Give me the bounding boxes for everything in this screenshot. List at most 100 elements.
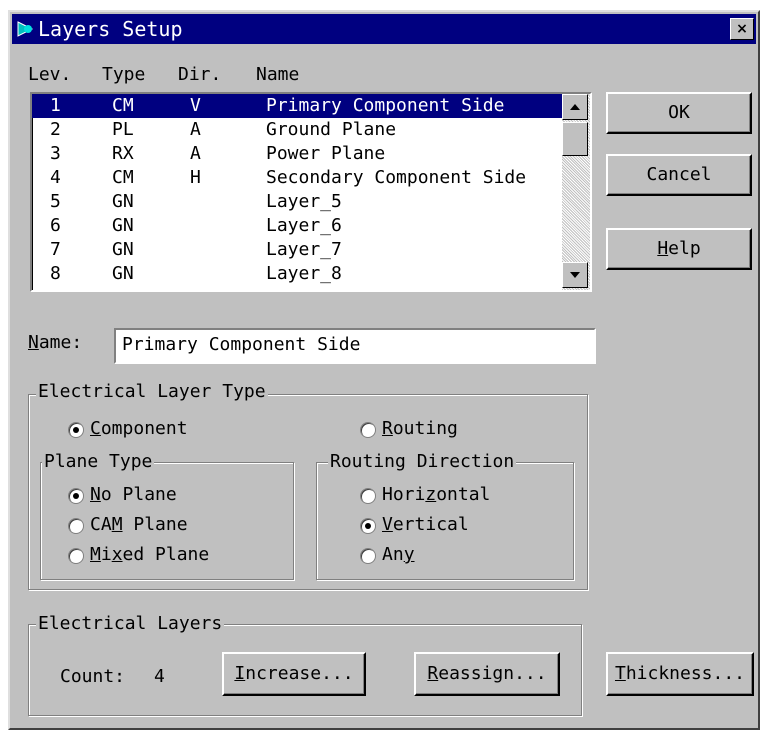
vertical-hotkey: V: [382, 514, 393, 535]
cell-name: Power Plane: [266, 143, 386, 164]
name-hotkey: N: [28, 332, 39, 353]
reassign-label: eassign...: [438, 663, 547, 684]
plane-type-title: Plane Type: [42, 451, 155, 472]
help-label: elp: [668, 238, 701, 259]
horizontal-radio[interactable]: [360, 488, 376, 504]
list-item[interactable]: 7 GN Layer_7: [32, 238, 562, 262]
cell-name: Secondary Component Side: [266, 167, 527, 188]
down-arrow-icon: [570, 272, 580, 278]
cam-plane-text: Plane: [122, 514, 188, 535]
component-label[interactable]: Component: [90, 418, 188, 439]
vertical-radio[interactable]: [360, 518, 376, 534]
mixed-plane-mid: i: [100, 544, 112, 565]
reassign-button[interactable]: Reassign...: [414, 652, 560, 696]
cell-dir: V: [190, 95, 201, 116]
cell-name: Layer_5: [266, 191, 342, 212]
routing-hotkey: R: [382, 418, 393, 439]
cell-name: Primary Component Side: [266, 95, 505, 116]
list-item[interactable]: 8 GN Layer_8: [32, 262, 562, 286]
name-input[interactable]: Primary Component Side: [114, 328, 596, 364]
ok-label: OK: [668, 102, 690, 123]
no-plane-label[interactable]: No Plane: [90, 484, 177, 505]
cancel-label: Cancel: [646, 164, 712, 185]
header-lev: Lev.: [28, 64, 72, 85]
scroll-up-button[interactable]: [562, 94, 588, 120]
window-title: Layers Setup: [38, 17, 183, 41]
list-item[interactable]: 6 GN Layer_6: [32, 214, 562, 238]
any-label[interactable]: Any: [382, 544, 415, 565]
up-arrow-icon: [570, 104, 580, 110]
thickness-hotkey: T: [614, 663, 626, 684]
horizontal-text: ontal: [436, 484, 491, 505]
list-item[interactable]: 3 RX A Power Plane: [32, 142, 562, 166]
cell-name: Layer_6: [266, 215, 342, 236]
mixed-plane-label[interactable]: Mixed Plane: [90, 544, 209, 565]
header-type: Type: [102, 64, 146, 85]
no-plane-text: o Plane: [100, 484, 177, 505]
thickness-button[interactable]: Thickness...: [606, 652, 754, 696]
header-name: Name: [256, 64, 300, 85]
list-item[interactable]: 5 GN Layer_5: [32, 190, 562, 214]
any-hotkey: y: [403, 544, 415, 565]
increase-button[interactable]: Increase...: [222, 652, 366, 696]
cell-lev: 8: [50, 263, 61, 284]
cell-lev: 1: [50, 95, 61, 116]
mixed-plane-hotkey: M: [90, 544, 101, 565]
cancel-button[interactable]: Cancel: [606, 154, 752, 196]
close-button[interactable]: ×: [730, 18, 754, 40]
cell-type: RX: [112, 143, 134, 164]
title-bar: Layers Setup ×: [12, 14, 756, 44]
cell-type: PL: [112, 119, 134, 140]
list-scrollbar[interactable]: [562, 94, 590, 290]
scroll-thumb[interactable]: [562, 122, 588, 156]
cell-lev: 4: [50, 167, 61, 188]
cell-type: CM: [112, 95, 134, 116]
header-dir: Dir.: [178, 64, 222, 85]
routing-radio[interactable]: [360, 422, 376, 438]
list-item[interactable]: 4 CM H Secondary Component Side: [32, 166, 562, 190]
cell-type: GN: [112, 215, 134, 236]
cam-plane-label[interactable]: CAM Plane: [90, 514, 188, 535]
cell-type: CM: [112, 167, 134, 188]
mixed-plane-radio[interactable]: [68, 548, 84, 564]
any-radio[interactable]: [360, 548, 376, 564]
routing-text: outing: [392, 418, 458, 439]
horizontal-label[interactable]: Horizontal: [382, 484, 490, 505]
increase-label: ncrease...: [245, 663, 354, 684]
cell-lev: 7: [50, 239, 61, 260]
name-label: Name:: [28, 332, 82, 353]
count-value: 4: [154, 666, 165, 687]
routing-label[interactable]: Routing: [382, 418, 458, 439]
no-plane-hotkey: N: [90, 484, 101, 505]
any-pre: An: [382, 544, 404, 565]
cell-lev: 6: [50, 215, 61, 236]
horizontal-pre: Hori: [382, 484, 426, 505]
cell-lev: 2: [50, 119, 61, 140]
list-item[interactable]: 1 CM V Primary Component Side: [32, 94, 562, 118]
name-input-value: Primary Component Side: [122, 334, 361, 355]
vertical-text: ertical: [392, 514, 469, 535]
list-item[interactable]: 2 PL A Ground Plane: [32, 118, 562, 142]
help-button[interactable]: Help: [606, 228, 752, 270]
component-radio[interactable]: [68, 422, 84, 438]
cell-name: Layer_8: [266, 263, 342, 284]
cell-name: Layer_7: [266, 239, 342, 260]
cell-lev: 3: [50, 143, 61, 164]
close-icon: ×: [736, 21, 748, 37]
no-plane-radio[interactable]: [68, 488, 84, 504]
vertical-label[interactable]: Vertical: [382, 514, 469, 535]
scroll-down-button[interactable]: [562, 262, 588, 288]
cam-plane-radio[interactable]: [68, 518, 84, 534]
mixed-plane-hotkey-2: x: [111, 544, 123, 565]
cell-type: GN: [112, 239, 134, 260]
reassign-hotkey: R: [427, 663, 439, 684]
cell-dir: A: [190, 143, 201, 164]
mixed-plane-text: ed Plane: [122, 544, 210, 565]
ok-button[interactable]: OK: [606, 92, 752, 134]
electrical-layer-type-title: Electrical Layer Type: [36, 381, 268, 402]
app-icon: [17, 21, 34, 37]
cam-plane-pre: CA: [90, 514, 112, 535]
cell-name: Ground Plane: [266, 119, 397, 140]
cell-dir: H: [190, 167, 201, 188]
layers-list[interactable]: 1 CM V Primary Component Side 2 PL A Ground Pla…: [30, 92, 592, 292]
